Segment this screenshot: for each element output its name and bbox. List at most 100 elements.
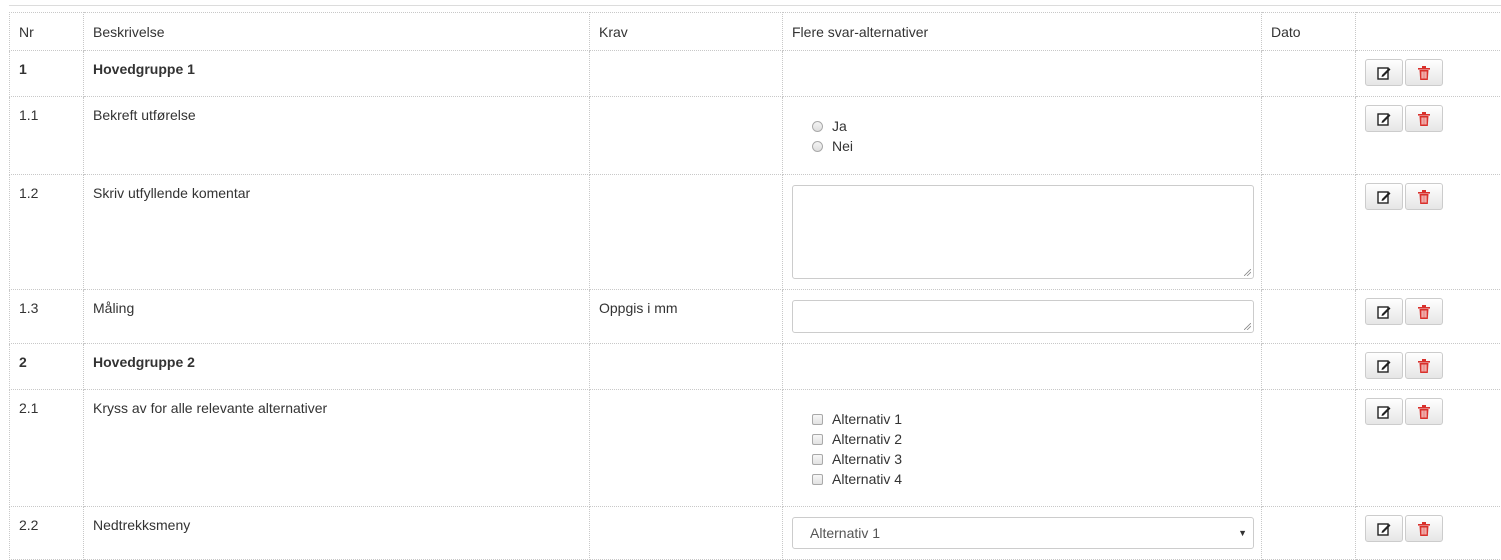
row-requirement xyxy=(590,51,783,97)
delete-button[interactable] xyxy=(1405,59,1443,86)
delete-button[interactable] xyxy=(1405,105,1443,132)
table-row: 1.2 Skriv utfyllende komentar xyxy=(10,175,1501,290)
delete-button[interactable] xyxy=(1405,298,1443,325)
edit-icon xyxy=(1377,359,1391,373)
edit-icon xyxy=(1377,190,1391,204)
trash-icon xyxy=(1418,305,1430,319)
radio-group: Ja Nei xyxy=(792,116,1252,156)
row-date xyxy=(1262,344,1356,390)
row-nr: 2.2 xyxy=(10,507,84,560)
trash-icon xyxy=(1418,522,1430,536)
radio-button[interactable] xyxy=(812,121,823,132)
edit-button[interactable] xyxy=(1365,298,1403,325)
col-header-requirement: Krav xyxy=(590,13,783,51)
comment-textarea[interactable] xyxy=(792,185,1254,279)
table-row: 2.2 Nedtrekksmeny Alternativ 1 ▼ xyxy=(10,507,1501,560)
row-date xyxy=(1262,290,1356,344)
row-actions xyxy=(1356,344,1501,390)
table-row: 2.1 Kryss av for alle relevante alternat… xyxy=(10,390,1501,507)
row-actions xyxy=(1356,51,1501,97)
resize-handle-icon[interactable] xyxy=(1244,323,1251,330)
col-header-nr: Nr xyxy=(10,13,84,51)
edit-button[interactable] xyxy=(1365,398,1403,425)
row-description: Hovedgruppe 2 xyxy=(84,344,590,390)
row-description: Kryss av for alle relevante alternativer xyxy=(84,390,590,507)
checkbox[interactable] xyxy=(812,474,823,485)
row-requirement: Oppgis i mm xyxy=(590,290,783,344)
edit-icon xyxy=(1377,66,1391,80)
row-actions xyxy=(1356,290,1501,344)
edit-button[interactable] xyxy=(1365,59,1403,86)
checkbox-group: Alternativ 1 Alternativ 2 Alternativ 3 A… xyxy=(792,409,1252,489)
questions-table: Nr Beskrivelse Krav Flere svar-alternati… xyxy=(9,12,1501,560)
trash-icon xyxy=(1418,112,1430,126)
edit-icon xyxy=(1377,112,1391,126)
row-description: Skriv utfyllende komentar xyxy=(84,175,590,290)
col-header-actions xyxy=(1356,13,1501,51)
edit-button[interactable] xyxy=(1365,105,1403,132)
delete-button[interactable] xyxy=(1405,398,1443,425)
dropdown-selected-value: Alternativ 1 xyxy=(810,525,880,541)
top-divider xyxy=(9,5,1501,6)
row-date xyxy=(1262,97,1356,175)
delete-button[interactable] xyxy=(1405,515,1443,542)
row-actions xyxy=(1356,175,1501,290)
table-row: 1.1 Bekreft utførelse Ja Nei xyxy=(10,97,1501,175)
row-nr: 1.2 xyxy=(10,175,84,290)
table-row: 1.3 Måling Oppgis i mm xyxy=(10,290,1501,344)
radio-label: Nei xyxy=(832,138,853,154)
row-requirement xyxy=(590,507,783,560)
edit-button[interactable] xyxy=(1365,352,1403,379)
row-date xyxy=(1262,51,1356,97)
radio-option[interactable]: Ja xyxy=(812,116,1252,136)
table-header-row: Nr Beskrivelse Krav Flere svar-alternati… xyxy=(10,13,1501,51)
row-nr: 2 xyxy=(10,344,84,390)
row-answer: Ja Nei xyxy=(783,97,1262,175)
row-description: Nedtrekksmeny xyxy=(84,507,590,560)
row-answer xyxy=(783,175,1262,290)
row-actions xyxy=(1356,507,1501,560)
delete-button[interactable] xyxy=(1405,352,1443,379)
row-answer xyxy=(783,344,1262,390)
radio-label: Ja xyxy=(832,118,847,134)
edit-button[interactable] xyxy=(1365,515,1403,542)
row-requirement xyxy=(590,344,783,390)
row-description: Hovedgruppe 1 xyxy=(84,51,590,97)
checkbox-option[interactable]: Alternativ 4 xyxy=(812,469,1252,489)
trash-icon xyxy=(1418,190,1430,204)
radio-option[interactable]: Nei xyxy=(812,136,1252,156)
row-date xyxy=(1262,507,1356,560)
caret-down-icon: ▼ xyxy=(1238,528,1247,538)
row-answer: Alternativ 1 Alternativ 2 Alternativ 3 A… xyxy=(783,390,1262,507)
checkbox[interactable] xyxy=(812,454,823,465)
row-description: Måling xyxy=(84,290,590,344)
checkbox[interactable] xyxy=(812,414,823,425)
row-nr: 1.1 xyxy=(10,97,84,175)
col-header-date: Dato xyxy=(1262,13,1356,51)
row-nr: 1.3 xyxy=(10,290,84,344)
table-row: 2 Hovedgruppe 2 xyxy=(10,344,1501,390)
checkbox-option[interactable]: Alternativ 2 xyxy=(812,429,1252,449)
resize-handle-icon[interactable] xyxy=(1244,269,1251,276)
row-requirement xyxy=(590,175,783,290)
checkbox-label: Alternativ 2 xyxy=(832,431,902,447)
delete-button[interactable] xyxy=(1405,183,1443,210)
row-date xyxy=(1262,175,1356,290)
col-header-answer-options: Flere svar-alternativer xyxy=(783,13,1262,51)
dropdown-select[interactable]: Alternativ 1 ▼ xyxy=(792,517,1254,549)
radio-button[interactable] xyxy=(812,141,823,152)
checkbox-option[interactable]: Alternativ 3 xyxy=(812,449,1252,469)
edit-icon xyxy=(1377,522,1391,536)
trash-icon xyxy=(1418,66,1430,80)
row-nr: 1 xyxy=(10,51,84,97)
checkbox[interactable] xyxy=(812,434,823,445)
row-actions xyxy=(1356,390,1501,507)
row-answer xyxy=(783,51,1262,97)
checkbox-option[interactable]: Alternativ 1 xyxy=(812,409,1252,429)
measurement-input[interactable] xyxy=(792,300,1254,333)
checkbox-label: Alternativ 3 xyxy=(832,451,902,467)
edit-button[interactable] xyxy=(1365,183,1403,210)
checkbox-label: Alternativ 1 xyxy=(832,411,902,427)
row-actions xyxy=(1356,97,1501,175)
row-date xyxy=(1262,390,1356,507)
